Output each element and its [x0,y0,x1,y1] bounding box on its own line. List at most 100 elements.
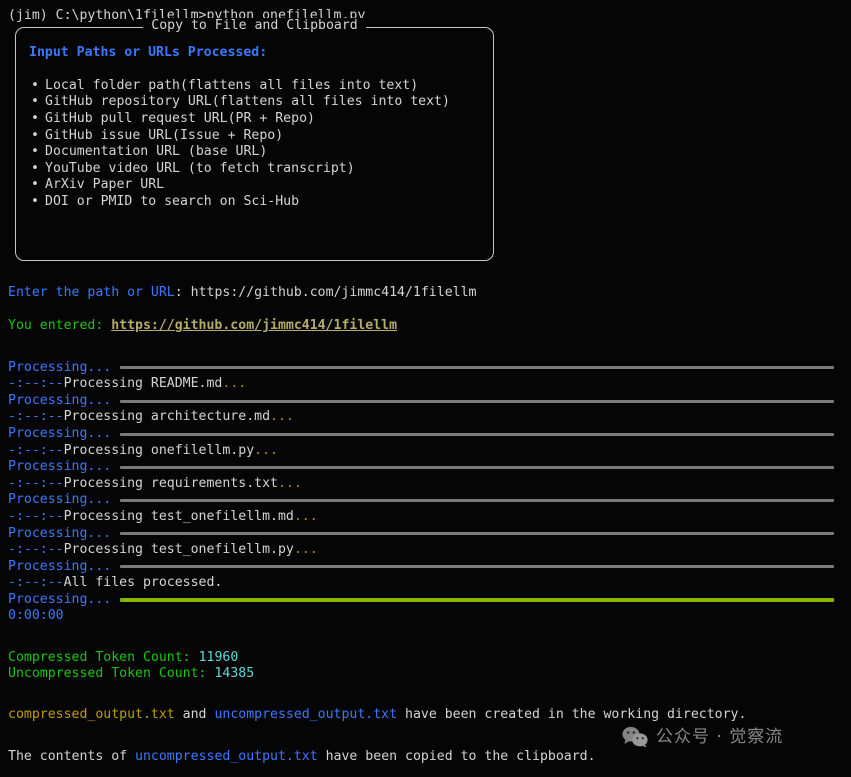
compressed-token-count-line: Compressed Token Count: 11960 [0,650,851,667]
progress-time-prefix: -:--:-- [8,575,64,591]
path-input-label: Enter the path or URL [8,285,175,301]
progress-message: Processing onefilellm.py [63,442,255,458]
progress-time-prefix: -:--:-- [8,376,64,392]
progress-row: Processing... [0,459,851,476]
progress-ellipsis: ... [277,475,302,491]
progress-row: Processing... [0,426,851,443]
elapsed-time: 0:00:00 [8,608,64,624]
progress-label: Processing... [8,558,112,574]
list-item: GitHub issue URL(Issue + Repo) [29,128,484,145]
terminal-window: (jim) C:\python\1filellm>python onefilel… [0,0,851,777]
list-item: DOI or PMID to search on Sci-Hub [29,194,484,211]
progress-message: Processing test_onefilellm.md [63,508,294,524]
progress-message-line: -:--:--Processing requirements.txt... [0,476,851,493]
progress-bar [120,532,834,536]
path-input-value: https://github.com/jimmc414/1filellm [190,285,477,301]
progress-message: Processing README.md [63,376,223,392]
progress-row: Processing... [0,492,851,509]
list-item: ArXiv Paper URL [29,177,484,194]
progress-message-line: -:--:--Processing architecture.md... [0,409,851,426]
progress-message: Processing architecture.md [63,409,271,425]
clipboard-message: The contents of uncompressed_output.txt … [0,749,851,766]
uncompressed-token-count-line: Uncompressed Token Count: 14385 [0,666,851,683]
progress-bar-complete [120,598,834,603]
clipboard-suffix-text: have been copied to the clipboard. [317,748,596,764]
progress-label: Processing... [8,525,112,541]
compressed-output-filename: compressed_output.txt [8,707,175,723]
progress-ellipsis: ... [293,508,318,524]
progress-label: Processing... [8,359,112,375]
progress-time-prefix: -:--:-- [8,542,64,558]
progress-label: Processing... [8,591,112,607]
list-item: Local folder path(flattens all files int… [29,78,484,95]
progress-message-line: -:--:--All files processed. [0,575,851,592]
progress-message-line: -:--:--Processing test_onefilellm.py... [0,542,851,559]
progress-row: Processing... [0,393,851,410]
panel-body: Input Paths or URLs Processed: Local fol… [29,45,484,211]
progress-bar [120,366,834,370]
progress-row-complete: Processing... [0,592,851,609]
watermark: 公众号 · 觉察流 [622,726,783,748]
progress-row: Processing... [0,526,851,543]
progress-row: Processing... [0,559,851,576]
clipboard-prefix-text: The contents of [8,748,136,764]
progress-label: Processing... [8,459,112,475]
progress-time-prefix: -:--:-- [8,508,64,524]
panel-title-text: Copy to File and Clipboard [143,17,366,33]
entered-url-line: You entered: https://github.com/jimmc414… [0,318,851,335]
progress-bar [120,465,834,469]
copy-to-file-panel: Copy to File and Clipboard Input Paths o… [15,17,494,261]
progress-bar [120,565,834,569]
progress-time-prefix: -:--:-- [8,475,64,491]
progress-time-prefix: -:--:-- [8,442,64,458]
progress-bar [120,399,834,403]
progress-ellipsis: ... [270,409,294,425]
files-created-message: compressed_output.txt and uncompressed_o… [0,707,851,724]
clipboard-filename: uncompressed_output.txt [135,748,318,764]
progress-time-prefix: -:--:-- [8,409,64,425]
entered-label: You entered: [8,318,112,334]
uncompressed-output-filename: uncompressed_output.txt [214,707,398,723]
progress-bar [120,499,834,503]
uncompressed-token-value: 14385 [214,666,255,682]
progress-message-line: -:--:--Processing README.md... [0,376,851,393]
progress-message-line: -:--:--Processing test_onefilellm.md... [0,509,851,526]
conjunction-text: and [174,707,215,723]
progress-label: Processing... [8,425,112,441]
progress-bar [120,432,834,436]
progress-message: Processing requirements.txt [63,475,278,491]
panel-heading: Input Paths or URLs Processed: [29,44,268,60]
progress-label: Processing... [8,392,112,408]
compressed-token-label: Compressed Token Count: [8,649,199,665]
progress-ellipsis: ... [293,542,318,558]
compressed-token-value: 11960 [198,649,239,665]
progress-label: Processing... [8,492,112,508]
wechat-icon [622,726,648,748]
input-types-list: Local folder path(flattens all files int… [29,78,484,211]
progress-message: Processing test_onefilellm.py [63,542,294,558]
list-item: GitHub repository URL(flattens all files… [29,94,484,111]
list-item: YouTube video URL (to fetch transcript) [29,161,484,178]
watermark-text: 公众号 · 觉察流 [656,726,784,747]
progress-ellipsis: ... [222,376,247,392]
progress-message: All files processed. [63,575,223,591]
list-item: Documentation URL (base URL) [29,144,484,161]
panel-title-bar: Copy to File and Clipboard [15,17,494,35]
path-input-line[interactable]: Enter the path or URL: https://github.co… [0,285,851,302]
progress-row: Processing... [0,360,851,377]
list-item: GitHub pull request URL(PR + Repo) [29,111,484,128]
created-suffix-text: have been created in the working directo… [397,707,747,723]
entered-url-link[interactable]: https://github.com/jimmc414/1filellm [111,318,397,333]
path-input-separator: : [174,285,191,301]
progress-ellipsis: ... [254,442,278,458]
